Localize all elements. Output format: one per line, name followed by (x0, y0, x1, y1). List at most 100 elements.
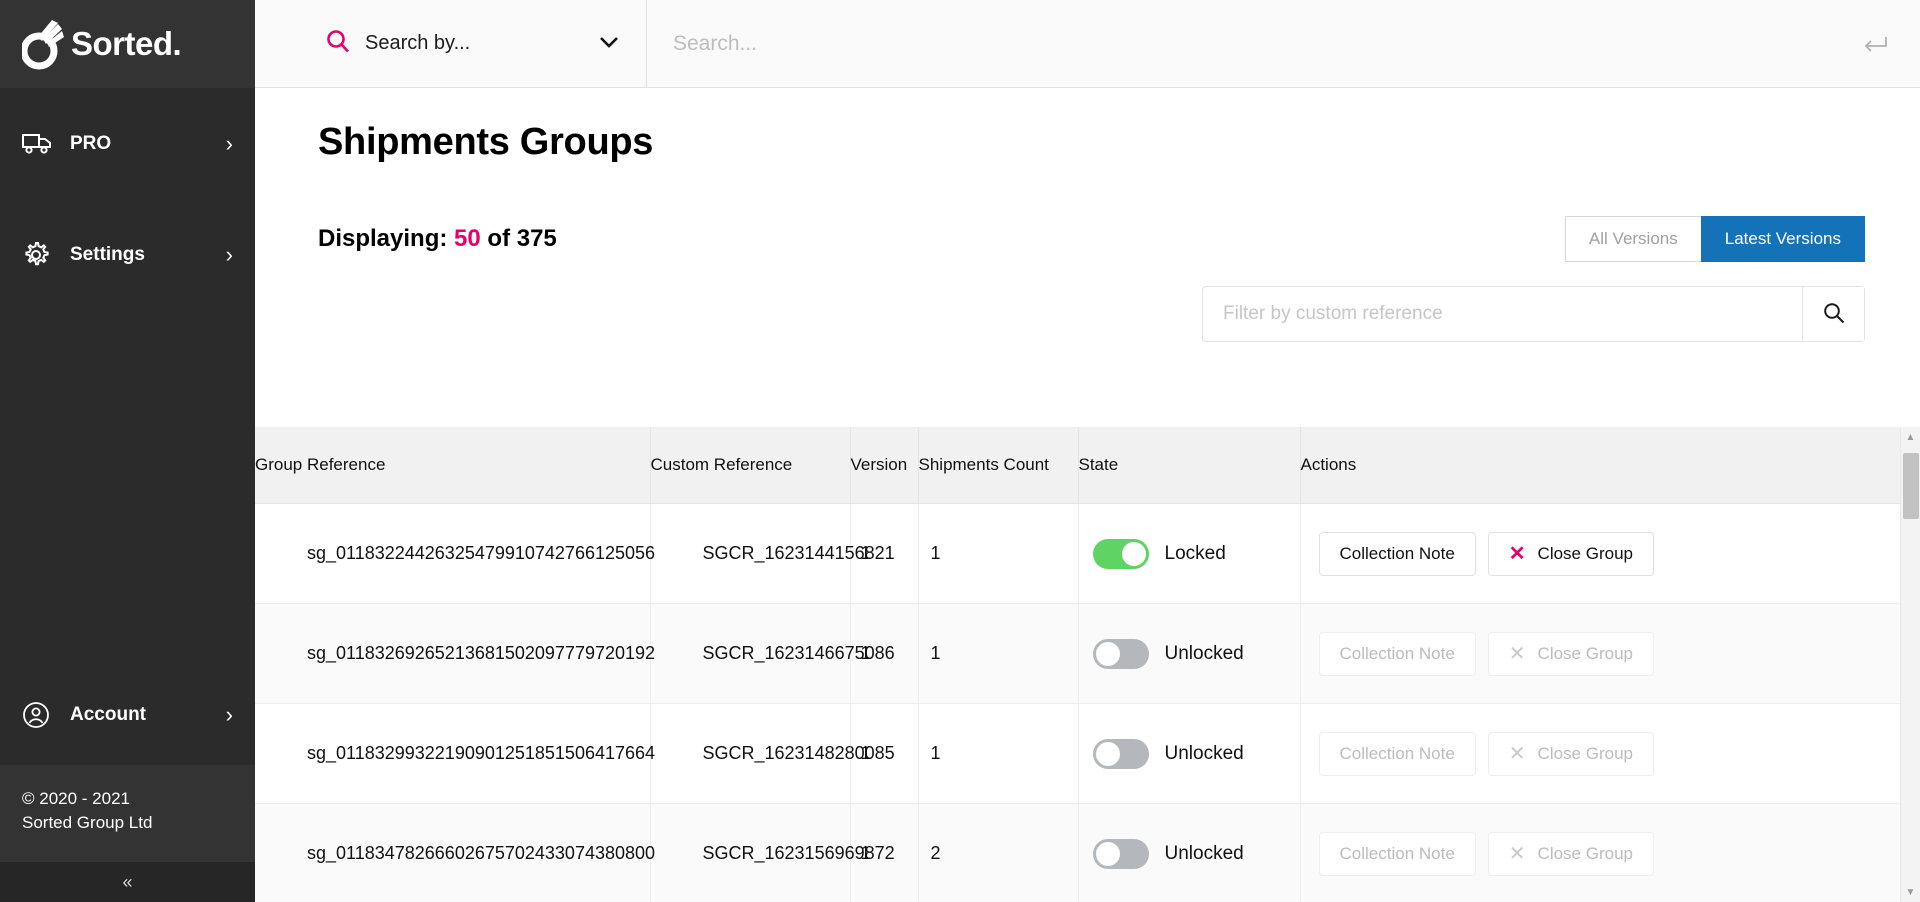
close-group-label: Close Group (1537, 743, 1633, 763)
cell-group-reference: sg_01183269265213681502097779720192 (255, 603, 655, 704)
close-group-button[interactable]: ✕ Close Group (1487, 531, 1654, 576)
cell-group-reference: sg_01183478266602675702433074380800 (255, 803, 655, 902)
brand-logo[interactable]: Sorted. (0, 0, 255, 88)
state-label: Unlocked (1164, 842, 1244, 864)
state-cell: Unlocked (1092, 638, 1300, 669)
gear-icon (22, 241, 56, 269)
cell-state: Unlocked (1078, 603, 1301, 704)
sidebar-item-settings[interactable]: Settings › (0, 199, 255, 310)
displaying-count: 50 (454, 225, 481, 252)
table-scroll-area: Group Reference Custom Reference Version… (255, 427, 1900, 902)
table-row: sg_01183269265213681502097779720192 SGCR_… (255, 603, 1901, 704)
table-head: Group Reference Custom Reference Version… (255, 427, 1900, 504)
table-row: sg_01183224426325479910742766125056 SGCR_… (255, 503, 1901, 604)
column-header-actions: Actions (1300, 427, 1900, 504)
actions-cell: Collection Note ✕ Close Group (1318, 831, 1901, 876)
cell-shipments-count: 2 (918, 803, 1079, 902)
sidebar-spacer (0, 310, 255, 665)
close-group-button: ✕ Close Group (1487, 731, 1654, 776)
sidebar-item-account-label: Account (70, 703, 146, 725)
user-circle-icon (22, 701, 56, 729)
state-cell: Unlocked (1092, 738, 1300, 769)
filter-custom-reference-input[interactable] (1203, 287, 1802, 341)
close-group-label: Close Group (1537, 543, 1633, 563)
collection-note-button: Collection Note (1318, 831, 1476, 876)
displaying-label: Displaying: (318, 225, 448, 252)
sidebar-item-pro-label: PRO (70, 132, 112, 154)
brand-name: Sorted. (71, 25, 182, 62)
close-group-button: ✕ Close Group (1487, 631, 1654, 676)
filter-search-button[interactable] (1802, 287, 1864, 341)
table-vertical-scrollbar[interactable]: ▲ ▼ (1900, 427, 1920, 902)
app-root: Sorted. PRO › Settings › Account › © 202… (0, 0, 1920, 902)
cell-group-reference: sg_01183224426325479910742766125056 (255, 503, 655, 604)
collection-note-button: Collection Note (1318, 731, 1476, 776)
enter-return-icon (1862, 0, 1920, 87)
top-search-bar: Search by... (255, 0, 1920, 88)
table-row: sg_01183478266602675702433074380800 SGCR_… (255, 803, 1901, 902)
close-x-icon: ✕ (1508, 542, 1526, 565)
actions-cell: Collection Note ✕ Close Group (1318, 531, 1901, 576)
close-x-icon: ✕ (1508, 642, 1526, 665)
column-header-custom-reference: Custom Reference (650, 427, 851, 504)
sidebar-item-account[interactable]: Account › (0, 664, 255, 765)
cell-group-reference: sg_01183299322190901251851506417664 (255, 703, 655, 804)
collection-note-button: Collection Note (1318, 631, 1476, 676)
lock-state-toggle[interactable] (1092, 538, 1149, 569)
toggle-knob (1121, 541, 1146, 566)
lock-state-toggle[interactable] (1092, 838, 1149, 869)
state-label: Unlocked (1164, 642, 1244, 664)
toolbar-row: Displaying: 50 of 375 All Versions Lates… (255, 164, 1920, 262)
table-body: sg_01183224426325479910742766125056 SGCR_… (255, 503, 1901, 902)
scrollbar-track[interactable] (1901, 447, 1920, 882)
scroll-up-arrow-icon[interactable]: ▲ (1901, 427, 1920, 447)
cell-actions: Collection Note ✕ Close Group (1300, 503, 1901, 604)
latest-versions-button[interactable]: Latest Versions (1700, 216, 1865, 262)
cell-shipments-count: 1 (918, 503, 1079, 604)
lock-state-toggle[interactable] (1092, 638, 1149, 669)
collection-note-button[interactable]: Collection Note (1318, 531, 1476, 576)
search-icon (1822, 301, 1846, 328)
state-cell: Unlocked (1092, 838, 1300, 869)
search-input[interactable] (673, 31, 1836, 56)
close-group-label: Close Group (1537, 843, 1633, 863)
column-header-version: Version (850, 427, 919, 504)
column-header-group-reference: Group Reference (255, 427, 651, 504)
sidebar-item-settings-label: Settings (70, 243, 145, 265)
cell-actions: Collection Note ✕ Close Group (1300, 603, 1901, 704)
copyright-line-2: Sorted Group Ltd (22, 813, 153, 833)
cell-custom-reference: SGCR_1623156969872 (650, 803, 895, 902)
sidebar-item-pro[interactable]: PRO › (0, 88, 255, 199)
cell-shipments-count: 1 (918, 703, 1079, 804)
toggle-knob (1095, 841, 1120, 866)
state-cell: Locked (1092, 538, 1300, 569)
close-group-button: ✕ Close Group (1487, 831, 1654, 876)
sidebar-collapse-button[interactable]: « (0, 862, 255, 902)
cell-state: Unlocked (1078, 703, 1301, 804)
lock-state-toggle[interactable] (1092, 738, 1149, 769)
truck-icon (22, 132, 56, 156)
actions-cell: Collection Note ✕ Close Group (1318, 731, 1901, 776)
displaying-summary: Displaying: 50 of 375 (318, 225, 557, 253)
cell-state: Locked (1078, 503, 1301, 604)
close-x-icon: ✕ (1508, 842, 1526, 865)
scrollbar-thumb[interactable] (1902, 453, 1919, 519)
actions-cell: Collection Note ✕ Close Group (1318, 631, 1901, 676)
table-row: sg_01183299322190901251851506417664 SGCR_… (255, 703, 1901, 804)
search-by-dropdown[interactable]: Search by... (255, 0, 647, 87)
filter-box (1202, 286, 1865, 342)
chevron-right-icon: › (225, 130, 233, 156)
displaying-total: of 375 (487, 225, 557, 252)
table-header-row: Group Reference Custom Reference Version… (255, 427, 1900, 504)
scroll-down-arrow-icon[interactable]: ▼ (1901, 882, 1920, 902)
cell-custom-reference: SGCR_1623148280085 (650, 703, 895, 804)
filter-row (255, 262, 1920, 342)
cell-custom-reference: SGCR_1623144156821 (650, 503, 895, 604)
copyright-block: © 2020 - 2021 Sorted Group Ltd (0, 764, 255, 862)
all-versions-button[interactable]: All Versions (1564, 216, 1701, 262)
cell-state: Unlocked (1078, 803, 1301, 902)
shipment-groups-table-region: Group Reference Custom Reference Version… (255, 427, 1920, 902)
column-header-state: State (1078, 427, 1301, 504)
search-by-label: Search by... (365, 32, 471, 54)
cell-actions: Collection Note ✕ Close Group (1300, 703, 1901, 804)
